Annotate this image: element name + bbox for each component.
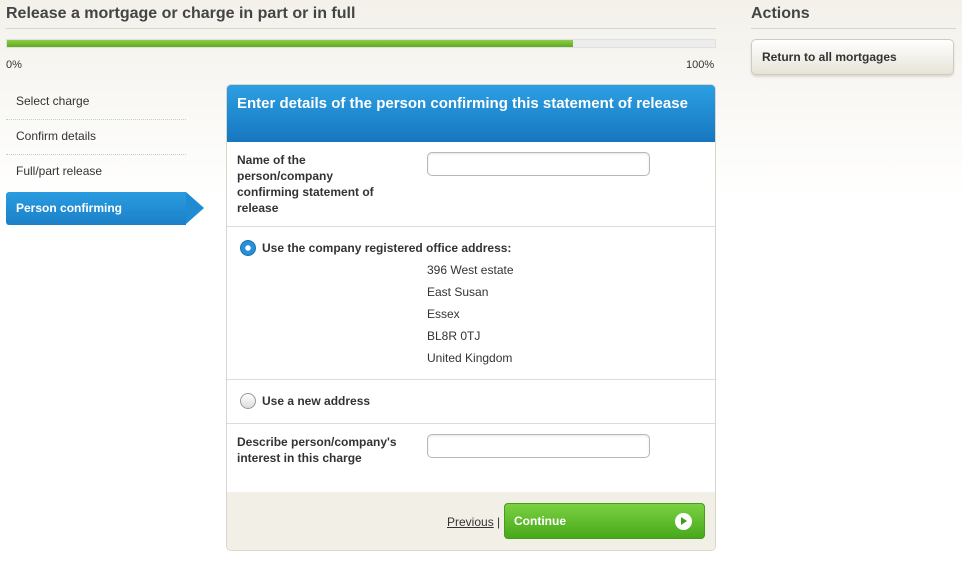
continue-button[interactable]: Continue xyxy=(504,503,705,539)
interest-field-label: Describe person/company's interest in th… xyxy=(237,435,397,465)
step-full-part-release[interactable]: Full/part release xyxy=(6,155,186,190)
actions-divider xyxy=(751,28,956,29)
continue-label: Continue xyxy=(514,514,566,528)
address-line: Essex xyxy=(427,307,460,321)
radio-unchecked-icon[interactable] xyxy=(240,393,256,409)
name-field-label: Name of the person/company confirming st… xyxy=(237,153,374,215)
radio-checked-icon[interactable] xyxy=(240,240,256,256)
address-line: 396 West estate xyxy=(427,263,514,277)
name-input[interactable] xyxy=(427,152,650,176)
previous-link[interactable]: Previous xyxy=(447,515,494,529)
address-line: United Kingdom xyxy=(427,351,513,365)
progress-end-label: 100% xyxy=(686,59,715,71)
step-nav: Select charge Confirm details Full/part … xyxy=(6,85,206,225)
progress-bar xyxy=(6,39,716,48)
address-line: East Susan xyxy=(427,285,489,299)
address-line: BL8R 0TJ xyxy=(427,329,481,343)
name-row: Name of the person/company confirming st… xyxy=(227,142,715,227)
return-to-all-mortgages-button[interactable]: Return to all mortgages xyxy=(751,39,954,75)
step-confirm-details[interactable]: Confirm details xyxy=(6,120,186,155)
step-person-confirming[interactable]: Person confirming xyxy=(6,192,204,225)
progress-fill xyxy=(7,40,574,47)
title-divider xyxy=(6,28,716,29)
registered-address-row: Use the company registered office addres… xyxy=(227,227,715,380)
link-separator: | xyxy=(497,515,501,529)
progress-start-label: 0% xyxy=(6,59,22,71)
interest-row: Describe person/company's interest in th… xyxy=(227,424,715,493)
page-title: Release a mortgage or charge in part or … xyxy=(6,5,356,22)
form-panel: Enter details of the person confirming t… xyxy=(226,84,716,551)
actions-title: Actions xyxy=(751,5,810,22)
new-address-option-label[interactable]: Use a new address xyxy=(262,394,370,408)
interest-input[interactable] xyxy=(427,434,650,458)
registered-address-option-label[interactable]: Use the company registered office addres… xyxy=(262,241,511,255)
new-address-row: Use a new address xyxy=(227,380,715,424)
form-header: Enter details of the person confirming t… xyxy=(227,85,715,142)
form-footer: Previous | Continue xyxy=(227,492,715,550)
step-select-charge[interactable]: Select charge xyxy=(6,85,186,120)
play-arrow-icon xyxy=(675,513,692,530)
